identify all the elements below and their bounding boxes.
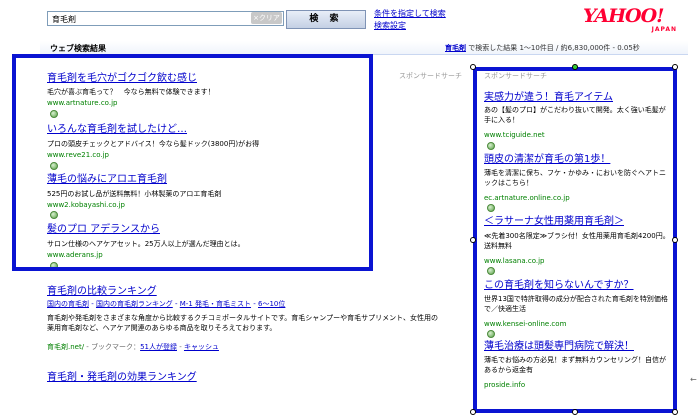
- logo-sub: JAPAN: [651, 26, 677, 33]
- cache-link[interactable]: キャッシュ: [184, 343, 219, 351]
- resize-handle[interactable]: [470, 409, 476, 415]
- resize-handle[interactable]: [672, 409, 678, 415]
- search-settings-link[interactable]: 検索設定: [374, 20, 406, 31]
- search-input[interactable]: 育毛剤: [47, 11, 284, 26]
- organic-sublinks: 国内の育毛剤 - 国内の育毛剤ランキング - M-1 発毛・育毛ミスト - 6〜…: [47, 300, 286, 308]
- search-query: 育毛剤: [52, 15, 76, 24]
- sublink[interactable]: M-1 発毛・育毛ミスト: [180, 300, 251, 308]
- bookmark-count-link[interactable]: 51人が登録: [140, 343, 177, 351]
- sublink[interactable]: 6〜10位: [258, 300, 285, 308]
- bookmark-label: ブックマーク：: [91, 343, 141, 351]
- resize-handle[interactable]: [572, 409, 578, 415]
- sublink[interactable]: 国内の育毛剤ランキング: [96, 300, 173, 308]
- arrow-left-icon: ←: [690, 375, 697, 384]
- highlight-frame-right: [473, 67, 677, 413]
- highlight-frame-left: [12, 54, 373, 271]
- results-summary: 育毛剤 で検索した結果 1〜10件目 / 約6,830,000件 - 0.05秒: [445, 43, 640, 53]
- resize-handle[interactable]: [672, 237, 678, 243]
- results-title: ウェブ検索結果: [50, 44, 106, 53]
- advanced-search-link[interactable]: 条件を指定して検索: [374, 8, 446, 19]
- results-count-text: で検索した結果 1〜10件目 / 約6,830,000件 - 0.05秒: [466, 44, 640, 52]
- yahoo-japan-logo[interactable]: YAHOO! JAPAN: [583, 6, 681, 34]
- organic-result-title[interactable]: 育毛剤・発毛剤の効果ランキング: [47, 368, 197, 383]
- resize-handle[interactable]: [470, 64, 476, 70]
- organic-result-meta: 育毛剤.net/ - ブックマーク：51人が登録 - キャッシュ: [47, 343, 219, 351]
- rotate-handle[interactable]: [572, 64, 578, 70]
- search-button[interactable]: 検 索: [286, 10, 366, 29]
- resize-handle[interactable]: [672, 64, 678, 70]
- sponsor-label-left: スポンサードサーチ: [399, 72, 462, 80]
- organic-result-title[interactable]: 育毛剤の比較ランキング: [47, 282, 157, 297]
- organic-result-url[interactable]: 育毛剤.net/: [47, 343, 84, 351]
- resize-handle[interactable]: [470, 237, 476, 243]
- logo-main: YAHOO!: [583, 5, 664, 27]
- clear-button[interactable]: ×クリア: [251, 12, 282, 24]
- results-keyword[interactable]: 育毛剤: [445, 44, 466, 52]
- sublink[interactable]: 国内の育毛剤: [47, 300, 89, 308]
- organic-result-desc: 育毛剤や発毛剤をさまざまな角度から比較するクチコミポータルサイトです。育毛シャン…: [47, 314, 438, 332]
